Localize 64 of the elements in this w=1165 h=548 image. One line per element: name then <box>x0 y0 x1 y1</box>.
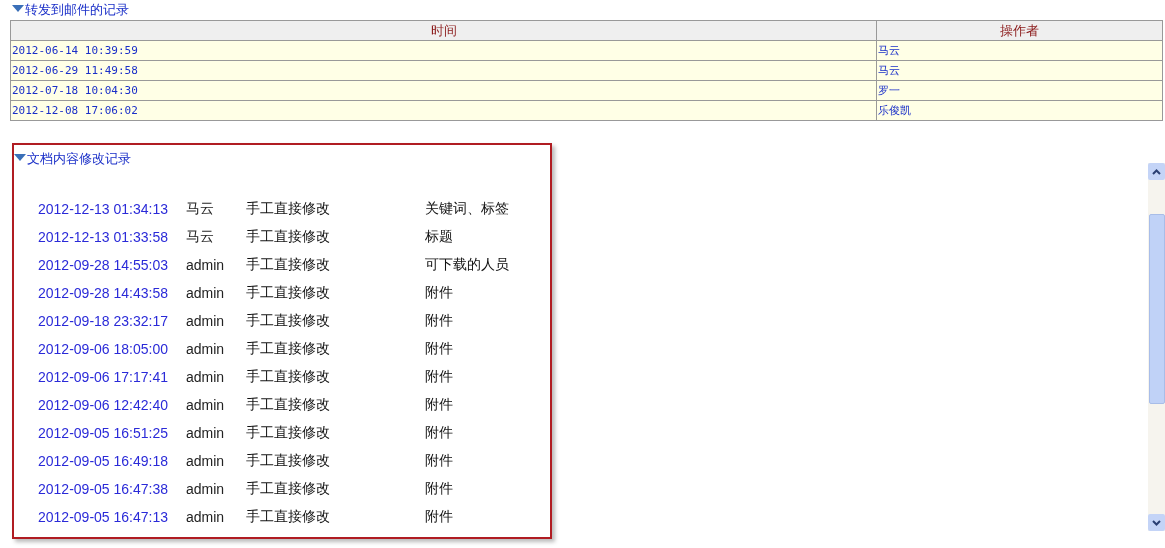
section-title: 文档内容修改记录 <box>27 150 131 168</box>
edited-field: 附件 <box>425 284 453 302</box>
table-cell: 2012-06-14 10:39:59 <box>10 40 877 61</box>
user-name: admin <box>186 425 226 441</box>
user-name: admin <box>186 509 226 525</box>
user-name: admin <box>186 481 226 497</box>
user-name: admin <box>186 285 226 301</box>
collapse-triangle-icon[interactable] <box>12 4 24 12</box>
edited-field: 附件 <box>425 452 453 470</box>
user-name: 马云 <box>186 200 215 218</box>
timestamp: 2012-09-18 23:32:17 <box>38 313 169 329</box>
scroll-up-button[interactable] <box>1148 163 1165 180</box>
user-name: admin <box>186 341 226 357</box>
section-title: 转发到邮件的记录 <box>25 1 129 19</box>
edit-method: 手工直接修改 <box>246 396 331 414</box>
scroll-thumb[interactable] <box>1149 214 1165 404</box>
user-name: admin <box>186 313 226 329</box>
edit-method: 手工直接修改 <box>246 424 331 442</box>
table-cell: 2012-12-08 17:06:02 <box>10 100 877 121</box>
timestamp: 2012-09-05 16:47:38 <box>38 481 169 497</box>
chevron-down-icon <box>1152 519 1161 526</box>
edited-field: 标题 <box>425 228 453 246</box>
edit-method: 手工直接修改 <box>246 256 331 274</box>
user-name: admin <box>186 369 226 385</box>
timestamp: 2012-09-05 16:47:13 <box>38 509 169 525</box>
edited-field: 可下载的人员 <box>425 256 509 274</box>
scrollbar[interactable] <box>1148 163 1165 531</box>
edit-method: 手工直接修改 <box>246 312 331 330</box>
timestamp: 2012-09-28 14:55:03 <box>38 257 169 273</box>
user-name: 马云 <box>186 228 215 246</box>
timestamp: 2012-09-06 17:17:41 <box>38 369 169 385</box>
column-header: 时间 <box>10 20 877 41</box>
timestamp: 2012-12-13 01:33:58 <box>38 229 169 245</box>
edited-field: 附件 <box>425 424 453 442</box>
user-name: admin <box>186 453 226 469</box>
timestamp: 2012-09-05 16:51:25 <box>38 425 169 441</box>
edit-method: 手工直接修改 <box>246 284 331 302</box>
timestamp: 2012-12-13 01:34:13 <box>38 201 169 217</box>
table-cell: 2012-06-29 11:49:58 <box>10 60 877 81</box>
collapse-triangle-icon[interactable] <box>14 153 26 161</box>
scroll-down-button[interactable] <box>1148 514 1165 531</box>
timestamp: 2012-09-06 12:42:40 <box>38 397 169 413</box>
edit-method: 手工直接修改 <box>246 200 331 218</box>
edited-field: 附件 <box>425 368 453 386</box>
column-header: 操作者 <box>876 20 1163 41</box>
table-cell: 2012-07-18 10:04:30 <box>10 80 877 101</box>
edited-field: 附件 <box>425 312 453 330</box>
edit-method: 手工直接修改 <box>246 228 331 246</box>
edited-field: 附件 <box>425 396 453 414</box>
edit-method: 手工直接修改 <box>246 368 331 386</box>
edit-method: 手工直接修改 <box>246 340 331 358</box>
timestamp: 2012-09-28 14:43:58 <box>38 285 169 301</box>
timestamp: 2012-09-06 18:05:00 <box>38 341 169 357</box>
user-name: admin <box>186 397 226 413</box>
edited-field: 附件 <box>425 340 453 358</box>
edited-field: 附件 <box>425 480 453 498</box>
chevron-up-icon <box>1152 168 1161 175</box>
edit-method: 手工直接修改 <box>246 480 331 498</box>
timestamp: 2012-09-05 16:49:18 <box>38 453 169 469</box>
user-name: admin <box>186 257 226 273</box>
edit-method: 手工直接修改 <box>246 508 331 526</box>
edited-field: 附件 <box>425 508 453 526</box>
edited-field: 关键词、标签 <box>425 200 509 218</box>
edit-method: 手工直接修改 <box>246 452 331 470</box>
